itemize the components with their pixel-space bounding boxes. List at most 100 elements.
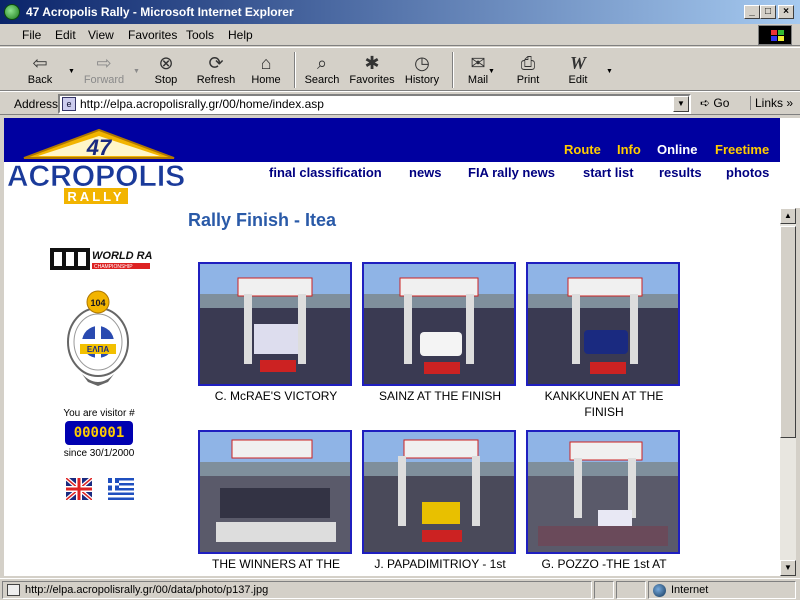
forward-arrow-icon: ⇨	[96, 53, 112, 73]
close-button[interactable]: ×	[778, 5, 794, 19]
scroll-thumb[interactable]	[780, 226, 796, 438]
page-content: Route Info Online Freetime 47 ACROPOLIS …	[4, 118, 780, 576]
photo-thumbnail-6[interactable]	[526, 430, 680, 554]
emblem-number: 104	[90, 298, 105, 308]
edit-dropdown-icon[interactable]: ▼	[606, 68, 613, 75]
logo-sub: RALLY	[67, 189, 124, 204]
visitor-since: since 30/1/2000	[63, 448, 135, 459]
vertical-scrollbar[interactable]: ▲ ▼	[780, 208, 796, 576]
print-button[interactable]: ⎙ Print	[500, 50, 556, 90]
address-input[interactable]	[80, 97, 670, 111]
status-url-panel: http://elpa.acropolisrally.gr/00/data/ph…	[2, 581, 592, 599]
ie-icon[interactable]	[4, 4, 20, 20]
nav-news[interactable]: news	[409, 165, 442, 180]
back-button[interactable]: ⇦ Back	[12, 50, 68, 90]
home-button[interactable]: ⌂ Home	[238, 50, 294, 90]
photo-caption-2[interactable]: SAINZ AT THE FINISH	[360, 388, 520, 404]
back-arrow-icon: ⇦	[32, 53, 48, 73]
go-button[interactable]: ➪ Go	[700, 96, 729, 110]
search-icon: ⌕	[316, 53, 328, 73]
links-button[interactable]: Links »	[750, 96, 793, 110]
photo-caption-1[interactable]: C. McRAE'S VICTORY	[196, 388, 356, 404]
minimize-button[interactable]: _	[744, 5, 760, 19]
podium-photo-image	[364, 432, 514, 552]
photo-thumbnail-1[interactable]	[198, 262, 352, 386]
history-button[interactable]: ◷ History	[394, 50, 450, 90]
menu-favorites[interactable]: Favorites	[128, 28, 177, 42]
content-right-margin	[780, 118, 800, 208]
nav-online[interactable]: Online	[657, 142, 697, 157]
toolbar: ⇦ Back ▼ ⇨ Forward ▼ ⊗ Stop ⟳ Refresh ⌂ …	[0, 47, 800, 91]
visitor-label: You are visitor #	[63, 408, 135, 419]
mail-dropdown-icon[interactable]: ▼	[488, 68, 495, 75]
history-icon: ◷	[414, 53, 430, 73]
photo-caption-5[interactable]: J. PAPADIMITRIOY - 1st	[360, 556, 520, 572]
menu-tools[interactable]: Tools	[186, 28, 214, 42]
photo-caption-3[interactable]: KANKKUNEN AT THE FINISH	[524, 388, 684, 420]
status-url: http://elpa.acropolisrally.gr/00/data/ph…	[25, 584, 269, 596]
nav-route[interactable]: Route	[564, 142, 601, 157]
refresh-button[interactable]: ⟳ Refresh	[188, 50, 244, 90]
print-icon: ⎙	[520, 53, 536, 73]
nav-final-classification[interactable]: final classification	[269, 165, 382, 180]
status-zone: Internet	[671, 584, 709, 596]
forward-button[interactable]: ⇨ Forward	[76, 50, 132, 90]
mail-icon: ✉	[470, 53, 486, 73]
wrc-sub: CHAMPIONSHIP	[94, 264, 133, 270]
maximize-button[interactable]: □	[760, 5, 776, 19]
photo-thumbnail-2[interactable]	[362, 262, 516, 386]
edit-w-icon: W	[569, 53, 586, 73]
podium-photo-image	[528, 432, 678, 552]
search-button[interactable]: ⌕ Search	[294, 50, 350, 90]
status-bar: http://elpa.acropolisrally.gr/00/data/ph…	[0, 578, 800, 600]
emblem-text: ΕΛΠΑ	[87, 345, 109, 354]
status-panel	[616, 581, 646, 599]
menu-edit[interactable]: Edit	[55, 28, 76, 42]
edit-button[interactable]: W Edit	[550, 50, 606, 90]
nav-start-list[interactable]: start list	[583, 165, 634, 180]
back-dropdown-icon[interactable]: ▼	[68, 68, 75, 75]
logo-number: 47	[86, 135, 113, 160]
world-rally-championship-logo[interactable]: WORLD RALLY CHAMPIONSHIP	[50, 244, 152, 274]
photo-caption-6[interactable]: G. POZZO -THE 1st AT	[524, 556, 684, 572]
favorites-icon: ✱	[364, 53, 380, 73]
nav-freetime[interactable]: Freetime	[715, 142, 769, 157]
home-icon: ⌂	[260, 53, 272, 73]
stop-icon: ⊗	[158, 53, 174, 73]
nav-info[interactable]: Info	[617, 142, 641, 157]
menu-help[interactable]: Help	[228, 28, 253, 42]
photo-thumbnail-3[interactable]	[526, 262, 680, 386]
internet-globe-icon	[653, 584, 666, 597]
menu-file[interactable]: File	[22, 28, 41, 42]
mail-button[interactable]: ✉ Mail	[450, 50, 506, 90]
page-heading: Rally Finish - Itea	[188, 210, 337, 230]
scroll-up-button[interactable]: ▲	[780, 208, 796, 224]
page-icon: e	[62, 97, 76, 111]
nav-photos[interactable]: photos	[726, 165, 769, 180]
nav-results[interactable]: results	[659, 165, 702, 180]
window-title: 47 Acropolis Rally - Microsoft Internet …	[26, 5, 294, 19]
elpa-emblem[interactable]: 104 ΕΛΠΑ	[62, 290, 134, 390]
nav-fia-rally-news[interactable]: FIA rally news	[468, 165, 555, 180]
stop-button[interactable]: ⊗ Stop	[138, 50, 194, 90]
menu-view[interactable]: View	[88, 28, 114, 42]
photo-thumbnail-5[interactable]	[362, 430, 516, 554]
status-panel	[594, 581, 614, 599]
address-label: Address	[14, 97, 59, 111]
photo-thumbnail-4[interactable]	[198, 430, 352, 554]
address-dropdown-icon[interactable]: ▼	[673, 96, 689, 112]
visitor-counter: 000001	[65, 421, 133, 445]
status-zone-panel: Internet	[648, 581, 796, 599]
favorites-button[interactable]: ✱ Favorites	[344, 50, 400, 90]
acropolis-rally-logo[interactable]: 47 ACROPOLIS RALLY	[4, 124, 194, 206]
windows-logo-icon	[758, 25, 792, 45]
uk-flag-icon[interactable]	[66, 478, 92, 500]
address-bar: Address e ▼ ➪ Go Links »	[0, 91, 800, 115]
greek-flag-icon[interactable]	[108, 478, 134, 500]
scroll-down-button[interactable]: ▼	[780, 560, 796, 576]
go-arrow-icon: ➪	[700, 96, 711, 110]
podium-photo-image	[528, 264, 678, 384]
address-box[interactable]: e ▼	[58, 94, 691, 114]
podium-photo-image	[200, 432, 350, 552]
photo-caption-4[interactable]: THE WINNERS AT THE	[196, 556, 356, 572]
